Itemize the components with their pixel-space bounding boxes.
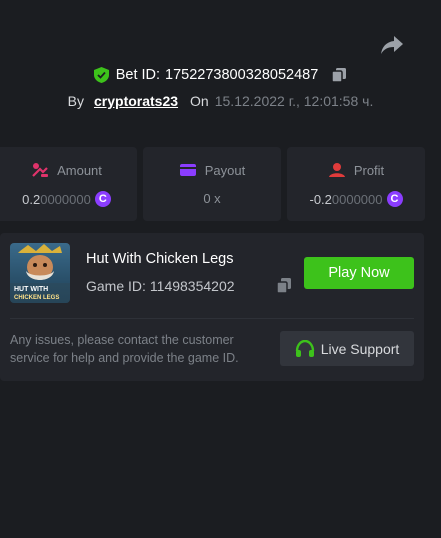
live-support-label: Live Support [320,340,400,357]
on-label: On [190,93,209,109]
wallet-icon [179,164,196,176]
amount-value-decimals: 0000000 [40,191,91,207]
bet-datetime: 15.12.2022 г., 12:01:58 ч. [214,93,374,109]
payout-value: 0 x [143,191,281,206]
profit-value: -0.2 0000000 C [287,191,425,207]
bet-stats: Amount 0.2 0000000 C Payout 0 x Profit -0.… [0,147,441,221]
game-name[interactable]: Hut With Chicken Legs [86,251,233,267]
amount-value-main: 0.2 [22,191,41,207]
support-notice: Any issues, please contact the customer … [10,333,239,365]
bet-id-label: Bet ID: [115,67,161,83]
bet-author-row: By cryptorats23 On 15.12.2022 г., 12:01:… [0,92,441,110]
game-id-label: Game ID: [86,278,146,294]
coin-icon: C [94,191,111,207]
divider [10,318,414,319]
headset-icon [295,339,314,357]
payout-card: Payout 0 x [143,147,281,221]
amount-card: Amount 0.2 0000000 C [0,147,137,221]
profit-icon [328,163,345,177]
bet-id-row: Bet ID: 1752273800328052487 [0,66,441,84]
amount-value: 0.2 0000000 C [0,191,137,207]
payout-label: Payout [204,162,246,178]
by-label: By [67,93,84,109]
profit-label: Profit [353,162,385,178]
bet-id-value: 1752273800328052487 [165,67,319,83]
copy-game-id-icon[interactable] [276,277,292,294]
verified-shield-icon [93,67,109,83]
username-link[interactable]: cryptorats23 [94,93,178,109]
profit-value-decimals: 0000000 [331,191,383,207]
game-thumbnail[interactable]: HUT WITH CHICKEN LEGS [10,243,70,303]
game-id: Game ID: 11498354202 [86,278,235,294]
profit-card: Profit -0.2 0000000 C [287,147,425,221]
play-now-button[interactable]: Play Now [304,257,414,289]
thumb-title-line1: HUT WITH [14,286,48,293]
thumb-title-line2: CHICKEN LEGS [14,295,59,301]
profit-value-main: -0.2 [309,191,332,207]
game-id-value: 11498354202 [149,278,235,294]
amount-icon [32,163,49,177]
share-icon[interactable] [380,34,404,56]
bet-id: Bet ID: 1752273800328052487 [116,67,319,83]
live-support-button[interactable]: Live Support [280,331,414,366]
amount-label: Amount [57,162,102,178]
copy-bet-id-icon[interactable] [331,67,347,83]
payout-value-text: 0 x [203,191,221,206]
coin-icon: C [386,191,403,207]
